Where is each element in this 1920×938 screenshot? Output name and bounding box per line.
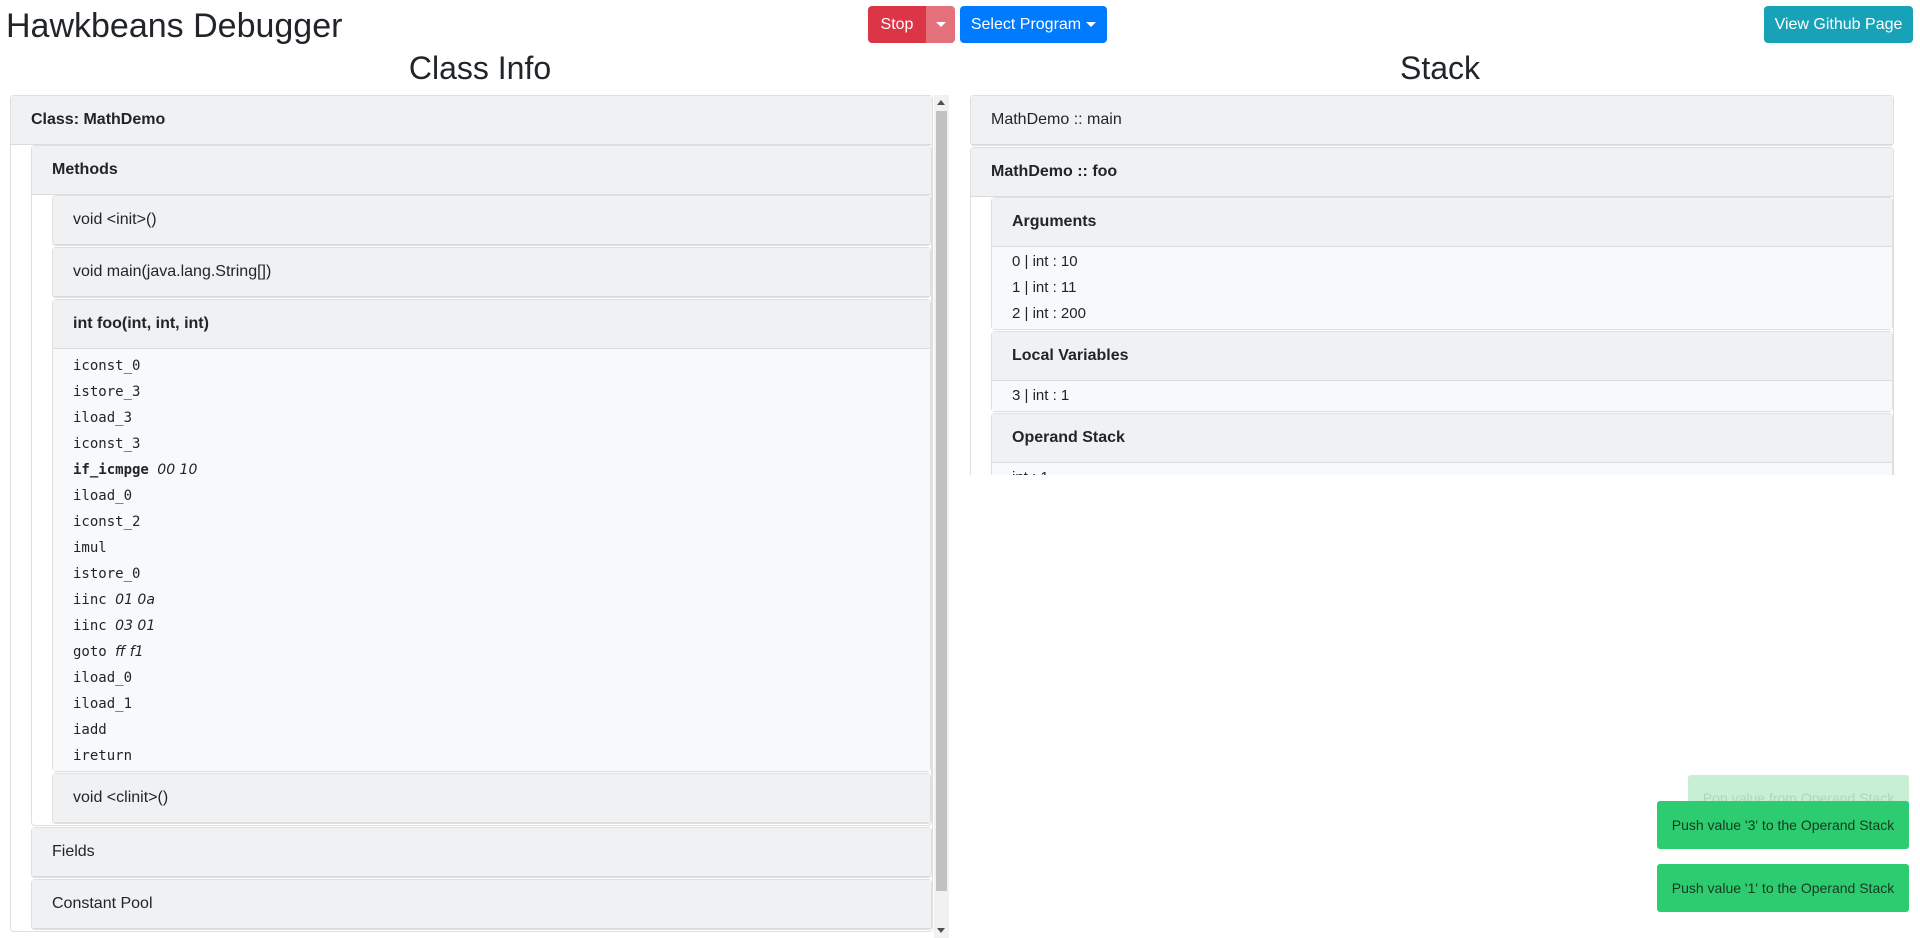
caret-down-icon [1086, 22, 1097, 27]
fields-header[interactable]: Fields [32, 828, 931, 877]
bytecode-opcode: istore_0 [73, 566, 141, 582]
locals-header[interactable]: Local Variables [992, 332, 1892, 381]
toast-notification[interactable]: Push value '1' to the Operand Stack [1657, 864, 1909, 912]
caret-down-icon [935, 22, 946, 27]
stack-title: Stack [1399, 50, 1481, 86]
methods-header[interactable]: Methods [32, 146, 931, 195]
bytecode-opcode: iinc [73, 592, 107, 608]
frame-header-foo[interactable]: MathDemo :: foo [971, 148, 1893, 197]
method-item: void <init>() [52, 195, 931, 246]
bytecode-line: ireturn [73, 743, 930, 769]
select-program-label: Select Program [970, 15, 1082, 33]
bytecode-line: iload_1 [73, 691, 930, 717]
scroll-thumb[interactable] [936, 111, 947, 891]
bytecode-line: iconst_0 [73, 353, 930, 379]
bytecode-line: iload_0 [73, 665, 930, 691]
app-title: Hawkbeans Debugger [6, 7, 343, 45]
bytecode-line: istore_3 [73, 379, 930, 405]
class-info-scrollbar[interactable] [934, 95, 949, 938]
bytecode-line: iconst_3 [73, 431, 930, 457]
constant-pool-header[interactable]: Constant Pool [32, 880, 931, 929]
operand-item: int : 1 [1012, 465, 1892, 475]
bytecode-opcode: iload_0 [73, 670, 133, 686]
select-program-button[interactable]: Select Program [960, 6, 1107, 43]
bytecode-args: ff f1 [115, 644, 144, 660]
bytecode-args: 00 10 [157, 462, 198, 478]
bytecode-opcode: iconst_3 [73, 436, 141, 452]
arguments-header[interactable]: Arguments [992, 198, 1892, 247]
bytecode-args: 03 01 [115, 618, 156, 634]
bytecode-opcode: imul [73, 540, 107, 556]
constant-pool-card: Constant Pool [31, 879, 932, 930]
stack-frame: MathDemo :: main [970, 95, 1894, 146]
bytecode-opcode: iload_1 [73, 696, 133, 712]
bytecode-list: iconst_0 istore_3 iload_3 iconst_3 if_icmpge… [53, 349, 930, 771]
bytecode-opcode: iconst_2 [73, 514, 141, 530]
bytecode-line: iload_3 [73, 405, 930, 431]
bytecode-args: 01 0a [115, 592, 155, 608]
method-item: int foo(int, int, int) iconst_0 istore_3 i… [52, 299, 931, 772]
locals-list: 3 | int : 1 [992, 381, 1892, 411]
github-button[interactable]: View Github Page [1764, 6, 1913, 43]
scroll-up-arrow-icon[interactable] [937, 100, 945, 105]
argument-item: 1 | int : 11 [1012, 279, 1077, 296]
argument-item: 0 | int : 10 [1012, 253, 1078, 270]
method-header-init[interactable]: void <init>() [53, 196, 930, 245]
bytecode-line: iload_0 [73, 483, 930, 509]
bytecode-opcode: goto [73, 644, 107, 660]
bytecode-line: istore_0 [73, 561, 930, 587]
bytecode-opcode: iload_0 [73, 488, 133, 504]
stack-frame: MathDemo :: foo Arguments 0 | int : 10 1… [970, 147, 1894, 475]
frame-body-foo: Arguments 0 | int : 10 1 | int : 11 2 | … [971, 197, 1893, 475]
toast-notification[interactable]: Push value '3' to the Operand Stack [1657, 801, 1909, 849]
frame-header-main[interactable]: MathDemo :: main [971, 96, 1893, 145]
bytecode-opcode: iconst_0 [73, 358, 141, 374]
arguments-list: 0 | int : 10 1 | int : 11 2 | int : 200 [992, 247, 1892, 329]
operand-card: Operand Stack int : 1 [991, 413, 1893, 475]
class-header[interactable]: Class: MathDemo [11, 96, 932, 145]
bytecode-line: iinc 01 0a [73, 587, 930, 613]
bytecode-line: imul [73, 535, 930, 561]
top-bar: Hawkbeans Debugger Stop Select Program V… [0, 0, 1920, 50]
bytecode-line-current: if_icmpge 00 10 [73, 457, 930, 483]
method-header-clinit[interactable]: void <clinit>() [53, 774, 930, 823]
argument-item: 2 | int : 200 [1012, 305, 1086, 322]
stop-dropdown-toggle[interactable] [926, 6, 955, 43]
operand-header[interactable]: Operand Stack [992, 414, 1892, 463]
arguments-card: Arguments 0 | int : 10 1 | int : 11 2 | … [991, 197, 1893, 330]
bytecode-opcode: istore_3 [73, 384, 141, 400]
local-item: 3 | int : 1 [1012, 387, 1070, 404]
bytecode-line: iadd [73, 717, 930, 743]
methods-body: void <init>() void main(java.lang.String… [32, 195, 931, 824]
method-item: void <clinit>() [52, 773, 931, 824]
bytecode-opcode: ireturn [73, 748, 133, 764]
fields-card: Fields [31, 827, 932, 878]
methods-card: Methods void <init>() void main(java.lan… [31, 145, 932, 826]
method-item: void main(java.lang.String[]) [52, 247, 931, 298]
bytecode-line: goto ff f1 [73, 639, 930, 665]
operand-list: int : 1 [992, 463, 1892, 475]
stack-panel: MathDemo :: main MathDemo :: foo Argumen… [970, 95, 1894, 475]
class-info-panel: Class: MathDemo Methods void <init>() vo… [10, 95, 933, 938]
method-header-foo[interactable]: int foo(int, int, int) [53, 300, 930, 349]
stop-button[interactable]: Stop [868, 6, 926, 43]
bytecode-opcode: if_icmpge [73, 462, 149, 478]
bytecode-line: iinc 03 01 [73, 613, 930, 639]
bytecode-line: iconst_2 [73, 509, 930, 535]
bytecode-opcode: iadd [73, 722, 107, 738]
method-header-main[interactable]: void main(java.lang.String[]) [53, 248, 930, 297]
class-body: Methods void <init>() void main(java.lan… [11, 145, 932, 930]
class-card: Class: MathDemo Methods void <init>() vo… [10, 95, 933, 932]
class-info-title: Class Info [408, 50, 552, 86]
bytecode-opcode: iinc [73, 618, 107, 634]
bytecode-opcode: iload_3 [73, 410, 133, 426]
scroll-down-arrow-icon[interactable] [937, 928, 945, 933]
locals-card: Local Variables 3 | int : 1 [991, 331, 1893, 412]
